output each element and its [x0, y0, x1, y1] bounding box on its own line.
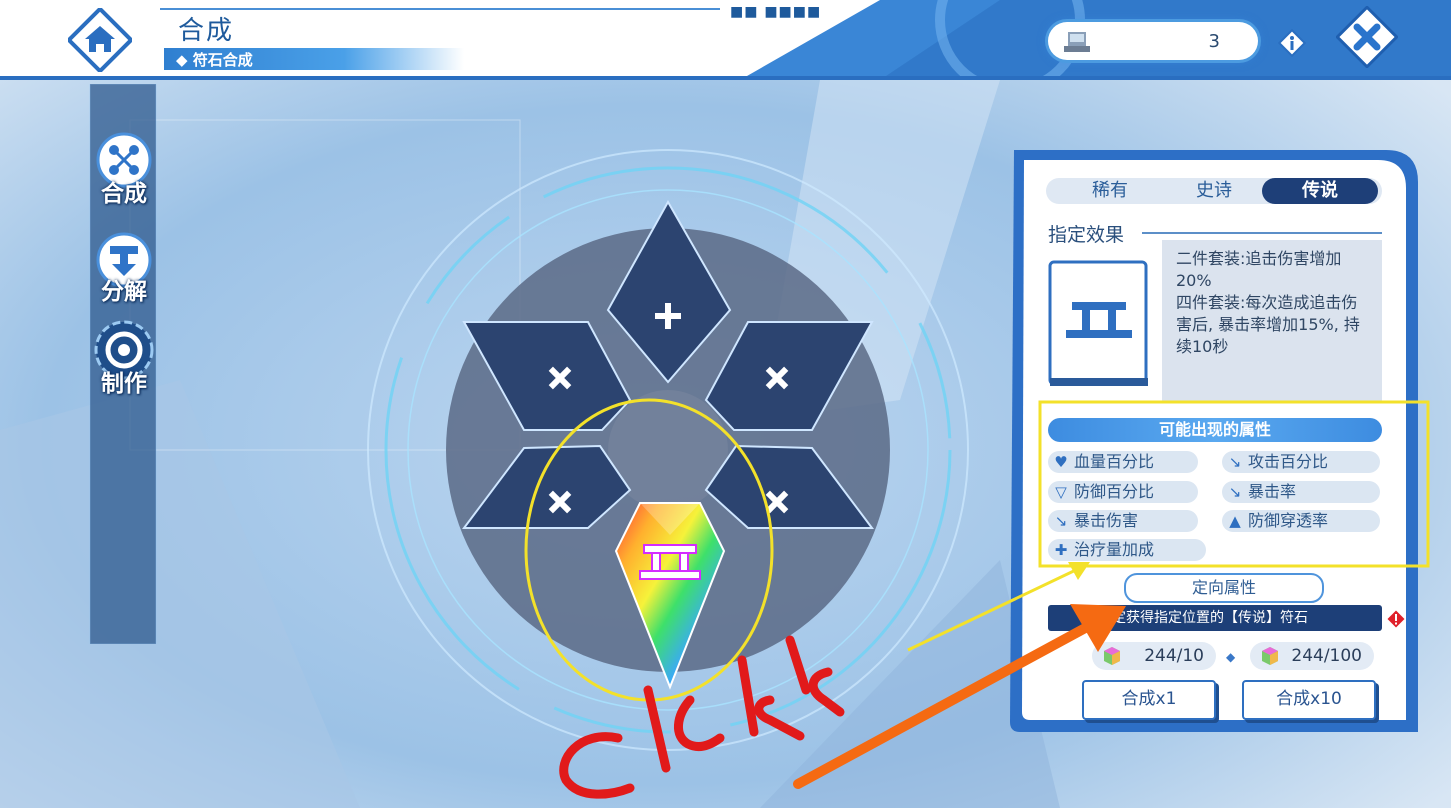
attribute-def-percent: ▽ 防御百分比 — [1048, 481, 1198, 503]
attribute-atk-percent: ↘ 攻击百分比 — [1222, 451, 1380, 473]
warning-text: 定获得指定位置的【传说】符石 — [1112, 610, 1308, 626]
shield-icon: ▽ — [1055, 483, 1067, 501]
cost-x10-value: 244/100 — [1291, 646, 1362, 666]
effect-line: 害后, 暴击率增加15%, 持 — [1176, 315, 1360, 334]
page-subtitle: ◆ 符石合成 — [176, 51, 253, 69]
diamond-separator: ◆ — [1226, 650, 1236, 664]
legendary-rune-gem[interactable] — [600, 495, 740, 690]
craft-x1-button[interactable]: 合成x1 — [1082, 680, 1216, 720]
rune-material-icon — [1104, 647, 1120, 665]
effect-title: 指定效果 — [1048, 224, 1125, 246]
nav-item-craft[interactable]: 制作 — [82, 320, 166, 400]
rune-material-icon — [1064, 32, 1090, 52]
page-title: 合成 — [178, 16, 235, 46]
rune-preview-card — [1048, 260, 1148, 386]
nav-label: 制作 — [101, 371, 147, 397]
crit-arrow-icon: ↘ — [1228, 483, 1242, 501]
tab-epic[interactable]: 史诗 — [1164, 178, 1264, 204]
plus-heal-icon: ✚ — [1054, 541, 1068, 559]
effect-line: 续10秒 — [1176, 337, 1229, 356]
sword-icon: ↘ — [1228, 453, 1242, 471]
subtitle-text: 符石合成 — [192, 51, 253, 69]
attribute-hp-percent: ♥ 血量百分比 — [1048, 451, 1198, 473]
info-icon — [1290, 36, 1294, 50]
effect-title-divider — [1142, 232, 1382, 234]
directed-attribute-button[interactable]: 定向属性 — [1124, 573, 1324, 603]
info-button[interactable] — [1277, 28, 1307, 58]
effect-line: 四件套装:每次造成追击伤 — [1176, 293, 1358, 312]
resource-count: 3 — [1208, 31, 1220, 52]
attribute-crit-damage: ↘ 暴击伤害 — [1048, 510, 1198, 532]
effect-line: 二件套装:追击伤害增加 — [1176, 249, 1342, 268]
attribute-def-penetration: ▲ 防御穿透率 — [1222, 510, 1380, 532]
cost-x1-value: 244/10 — [1144, 646, 1204, 666]
attribute-healing-bonus: ✚ 治疗量加成 — [1048, 539, 1206, 561]
title-decoration: ■■ ■■■■ — [730, 4, 822, 20]
craft-x10-button[interactable]: 合成x10 — [1242, 680, 1376, 720]
rune-slot-upper-right[interactable] — [704, 321, 874, 431]
nav-item-synthesis[interactable]: 合成 — [88, 132, 160, 210]
penetration-icon: ▲ — [1229, 512, 1241, 530]
tab-legendary[interactable]: 传说 — [1270, 178, 1370, 204]
rune-slot-upper-left[interactable] — [462, 321, 632, 431]
nav-item-decompose[interactable]: 分解 — [88, 232, 160, 310]
nav-label: 分解 — [101, 279, 147, 305]
attribute-crit-rate: ↘ 暴击率 — [1222, 481, 1380, 503]
cost-x1: 244/10 — [1092, 642, 1216, 670]
nav-label: 合成 — [101, 181, 147, 207]
rune-material-icon — [1262, 647, 1278, 665]
close-button[interactable] — [1336, 6, 1398, 68]
warning-icon[interactable] — [1387, 610, 1405, 628]
rune-slot-top[interactable] — [606, 199, 732, 384]
cost-x10: 244/100 — [1250, 642, 1374, 670]
crit-damage-icon: ↘ — [1054, 512, 1068, 530]
possible-attributes-header: 可能出现的属性 — [1048, 418, 1382, 442]
tab-rare[interactable]: 稀有 — [1060, 178, 1160, 204]
effect-line: 20% — [1176, 271, 1212, 290]
home-button[interactable] — [68, 8, 132, 72]
heart-icon: ♥ — [1054, 453, 1068, 471]
